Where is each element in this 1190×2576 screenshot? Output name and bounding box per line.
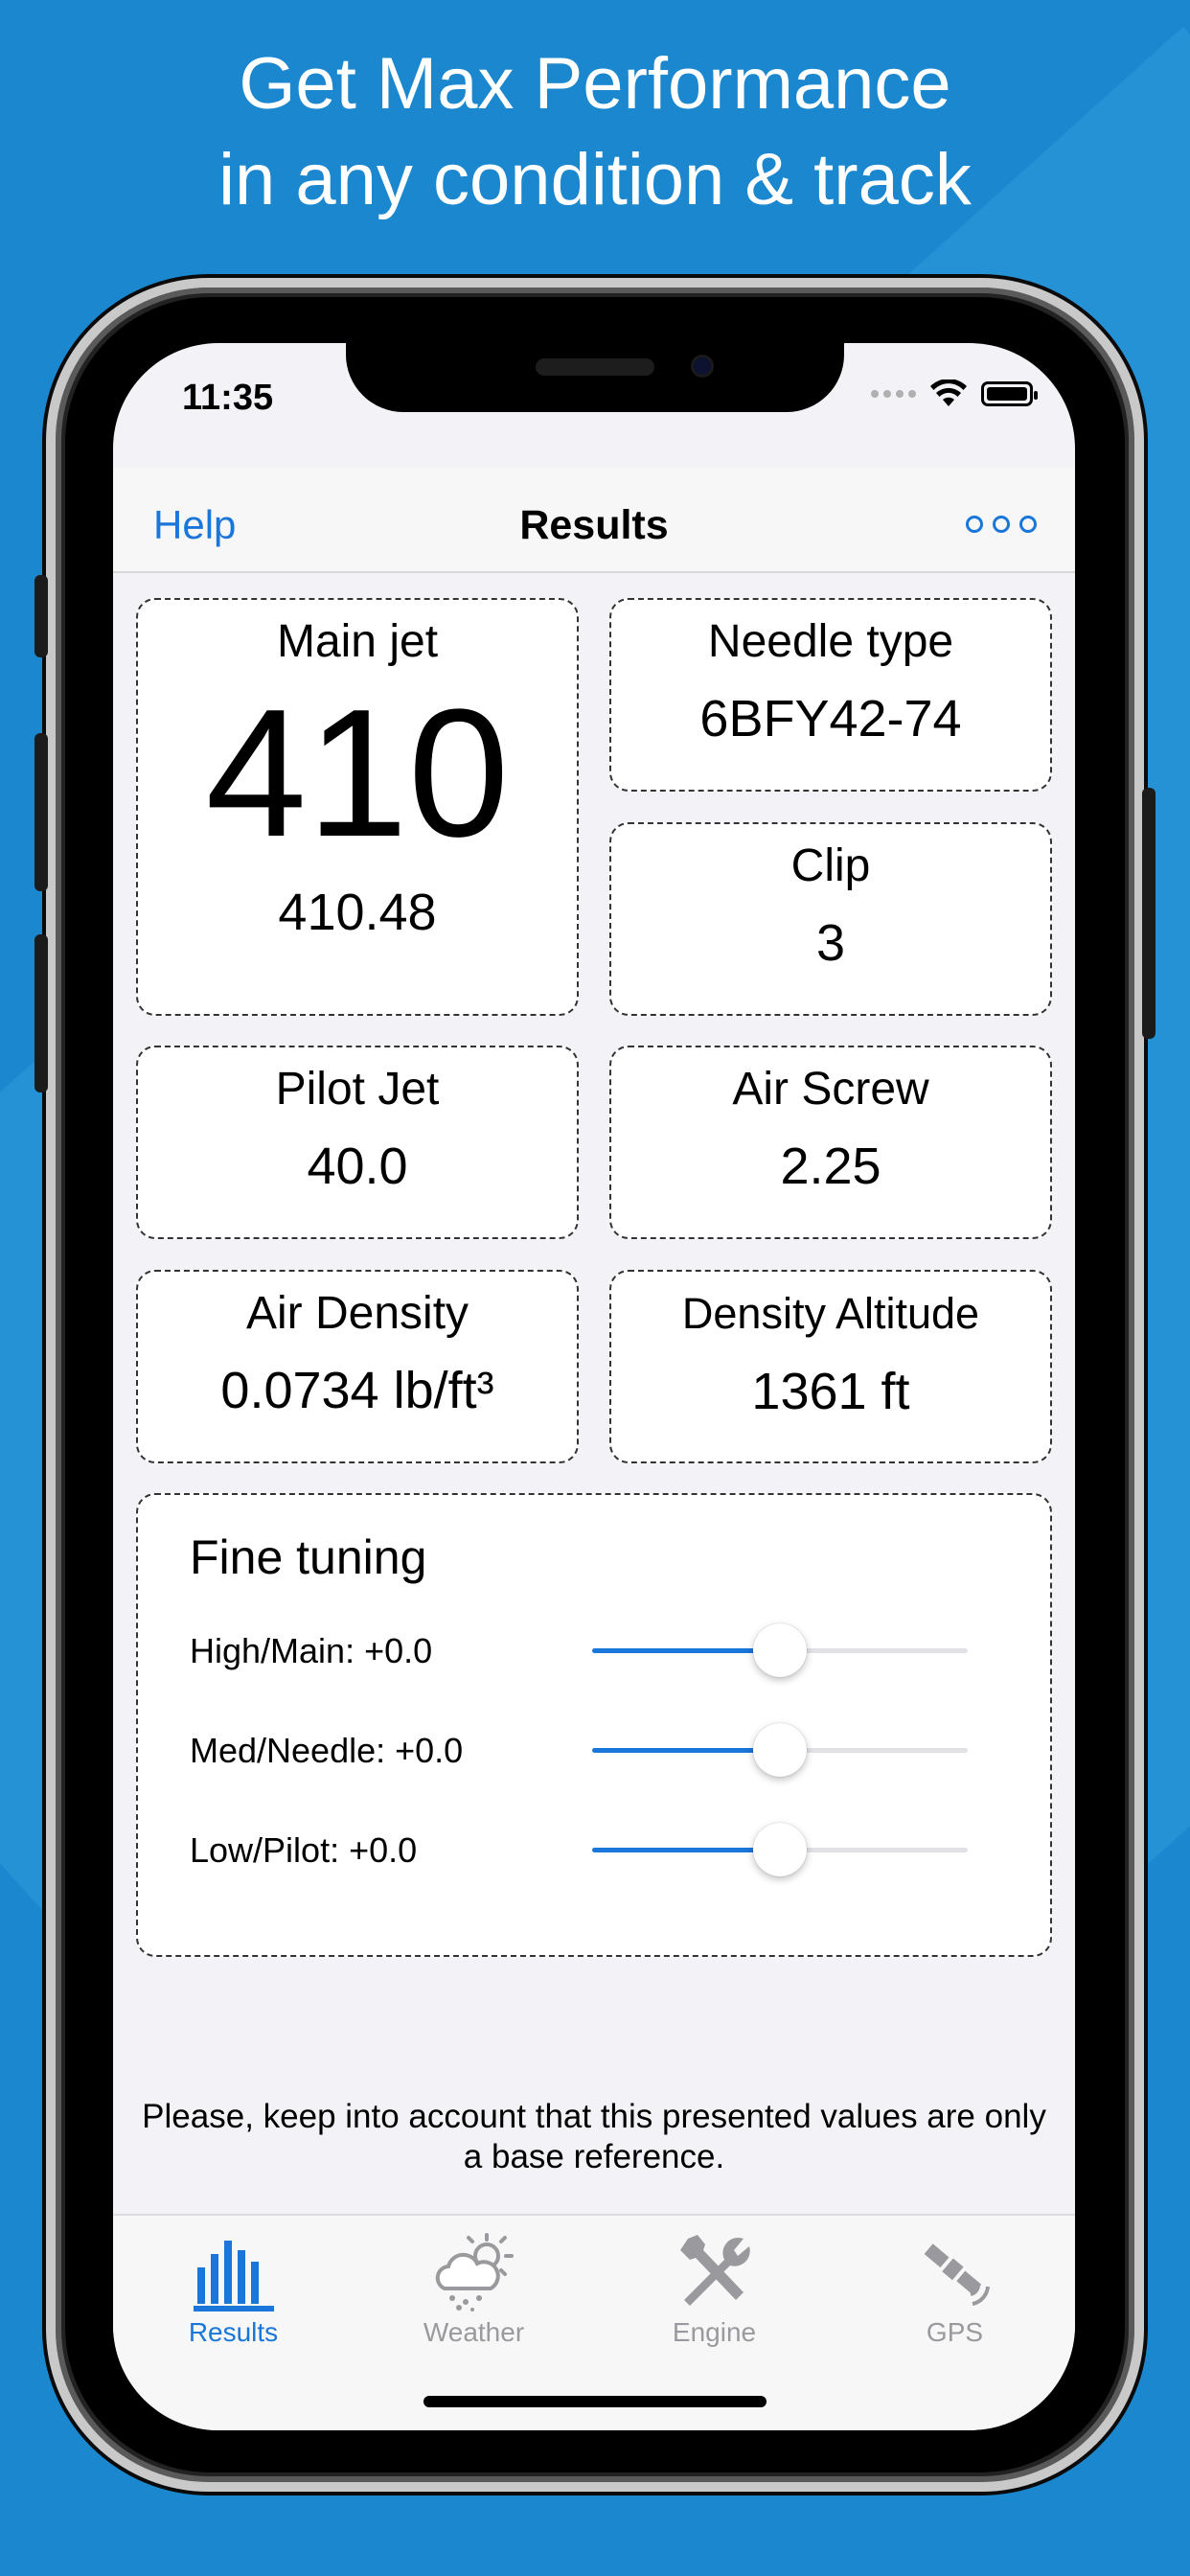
tab-weather-label: Weather <box>423 2317 525 2347</box>
pilot-jet-card: Pilot Jet 40.0 <box>136 1046 579 1239</box>
mute-switch <box>34 575 48 657</box>
high-main-slider-thumb[interactable] <box>753 1623 807 1677</box>
tools-icon <box>679 2235 750 2306</box>
air-density-label: Air Density <box>245 1288 469 1339</box>
needle-type-value: 6BFY42-74 <box>699 690 962 748</box>
density-altitude-label: Density Altitude <box>681 1289 980 1338</box>
med-needle-slider[interactable] <box>592 1723 968 1777</box>
low-pilot-slider[interactable] <box>592 1823 968 1876</box>
high-main-slider[interactable] <box>592 1623 968 1677</box>
promo-headline-line2: in any condition & track <box>218 139 972 220</box>
med-needle-slider-row: Med/Needle: +0.0 <box>190 1721 975 1779</box>
low-pilot-label: Low/Pilot: +0.0 <box>190 1830 418 1870</box>
tab-results-label: Results <box>188 2317 279 2347</box>
tab-engine-label: Engine <box>672 2317 757 2347</box>
needle-type-card: Needle type 6BFY42-74 <box>609 598 1052 792</box>
tab-engine[interactable]: Engine <box>594 2225 835 2348</box>
power-button <box>1142 788 1156 1039</box>
main-jet-card: Main jet 410 410.48 <box>136 598 579 1016</box>
more-options-icon[interactable] <box>966 516 1037 533</box>
tab-gps-label: GPS <box>926 2317 984 2347</box>
main-jet-value: 410 <box>205 672 510 875</box>
clip-label: Clip <box>790 840 871 891</box>
density-altitude-card: Density Altitude 1361 ft <box>609 1270 1052 1463</box>
low-pilot-slider-fill <box>592 1848 780 1852</box>
tab-gps[interactable]: GPS <box>835 2225 1075 2348</box>
home-indicator <box>423 2396 767 2407</box>
pilot-jet-label: Pilot Jet <box>275 1064 440 1115</box>
air-density-card: Air Density 0.0734 lb/ft³ <box>136 1270 579 1463</box>
fine-tuning-title: Fine tuning <box>190 1530 427 1584</box>
satellite-icon <box>924 2243 990 2306</box>
tab-results[interactable]: Results <box>113 2225 354 2348</box>
bar-chart-icon <box>193 2241 274 2312</box>
status-icons <box>871 380 1038 408</box>
navigation-bar: Help Results <box>113 468 1075 573</box>
needle-type-label: Needle type <box>707 616 954 667</box>
cellular-signal-icon <box>871 390 916 398</box>
clip-card: Clip 3 <box>609 822 1052 1016</box>
page-title: Results <box>519 502 669 548</box>
med-needle-slider-fill <box>592 1748 780 1753</box>
low-pilot-slider-thumb[interactable] <box>753 1823 807 1876</box>
high-main-slider-row: High/Main: +0.0 <box>190 1622 975 1679</box>
front-camera <box>691 355 714 378</box>
speaker-grille <box>536 358 654 376</box>
notch <box>346 343 844 412</box>
high-main-slider-fill <box>592 1648 780 1653</box>
air-screw-value: 2.25 <box>780 1138 881 1195</box>
low-pilot-slider-row: Low/Pilot: +0.0 <box>190 1821 975 1878</box>
density-altitude-value: 1361 ft <box>751 1363 910 1420</box>
med-needle-slider-thumb[interactable] <box>753 1723 807 1777</box>
wifi-icon <box>930 380 967 406</box>
volume-down-button <box>34 934 48 1092</box>
fine-tuning-card: Fine tuning High/Main: +0.0 Med/Needle: … <box>136 1493 1052 1957</box>
disclaimer-note: Please, keep into account that this pres… <box>142 2098 1046 2175</box>
main-jet-label: Main jet <box>276 616 439 667</box>
med-needle-label: Med/Needle: +0.0 <box>190 1731 464 1770</box>
air-screw-card: Air Screw 2.25 <box>609 1046 1052 1239</box>
tab-weather[interactable]: Weather <box>354 2225 594 2348</box>
promo-headline: Get Max Performance in any condition & t… <box>0 36 1190 228</box>
main-jet-precise-value: 410.48 <box>278 884 437 941</box>
status-time: 11:35 <box>182 378 274 418</box>
high-main-label: High/Main: +0.0 <box>190 1631 433 1670</box>
battery-icon <box>981 381 1038 406</box>
pilot-jet-value: 40.0 <box>307 1138 408 1195</box>
air-screw-label: Air Screw <box>732 1064 929 1115</box>
app-screen: 11:35 Help Results Main jet 410 410.48 N… <box>113 343 1075 2430</box>
tab-bar: Results Weather Engine GPS <box>113 2214 1075 2430</box>
volume-up-button <box>34 733 48 891</box>
weather-icon <box>435 2233 514 2312</box>
air-density-value: 0.0734 lb/ft³ <box>220 1362 494 1419</box>
clip-value: 3 <box>815 914 846 972</box>
promo-headline-line1: Get Max Performance <box>239 43 951 125</box>
